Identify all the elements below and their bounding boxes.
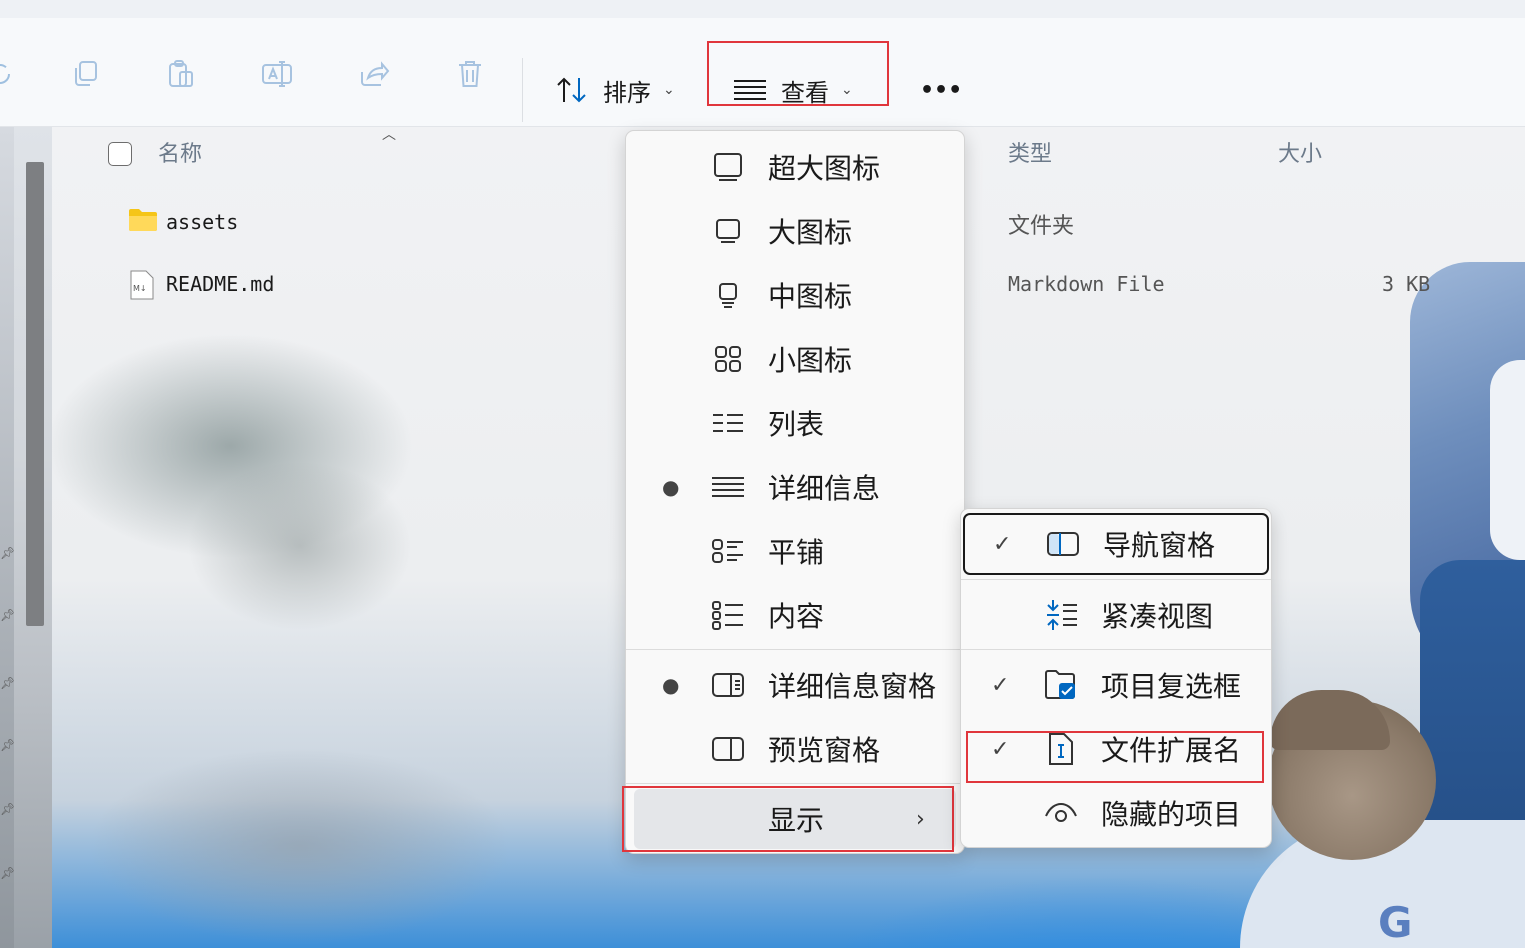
file-name: README.md <box>166 272 275 296</box>
pin-icon: 📌︎ <box>0 676 16 690</box>
scrollbar-thumb[interactable] <box>26 162 44 626</box>
extra-large-icons-icon <box>710 149 746 185</box>
menu-item-label: 紧凑视图 <box>1101 600 1214 633</box>
chevron-down-icon: ⌄ <box>663 82 675 98</box>
select-all-checkbox[interactable] <box>108 142 132 166</box>
sort-button[interactable]: 排序 ⌄ <box>555 58 675 122</box>
paste-icon[interactable] <box>163 56 199 92</box>
refresh-icon[interactable] <box>0 56 18 92</box>
view-menu: 超大图标 大图标 中图标 小图标 列表 ● 详细信息 平铺 内容 ● 详细信息窗… <box>625 130 965 854</box>
menu-item-label: 项目复选框 <box>1101 670 1242 703</box>
svg-text:M↓: M↓ <box>133 284 147 293</box>
pin-icon: 📌︎ <box>0 546 16 560</box>
column-header-name[interactable]: 名称 <box>158 136 202 168</box>
view-button-highlight <box>707 41 889 106</box>
menu-divider <box>626 783 964 784</box>
copy-icon[interactable] <box>68 56 104 92</box>
file-name: assets <box>166 210 239 234</box>
column-header-type[interactable]: 类型 <box>1008 136 1052 168</box>
menu-item-preview-pane[interactable]: 预览窗格 <box>626 717 964 781</box>
delete-icon[interactable] <box>452 56 488 92</box>
menu-item-label: 列表 <box>768 408 825 441</box>
sort-ascending-icon: ︿ <box>382 127 396 143</box>
menu-item-tiles[interactable]: 平铺 <box>626 519 964 583</box>
menu-item-label: 详细信息 <box>768 472 881 505</box>
menu-item-label: 内容 <box>768 600 825 633</box>
file-type: Markdown File <box>1008 272 1165 296</box>
medium-icons-icon <box>710 277 746 313</box>
sort-label: 排序 <box>603 78 651 107</box>
share-icon[interactable] <box>356 56 392 92</box>
compact-view-icon <box>1043 597 1079 633</box>
markdown-file-icon: M↓ <box>130 270 154 300</box>
menu-item-label: 大图标 <box>768 216 853 249</box>
tiles-icon <box>710 533 746 569</box>
menu-item-label: 平铺 <box>768 536 825 569</box>
preview-pane-icon <box>710 731 746 767</box>
menu-item-details[interactable]: ● 详细信息 <box>626 455 964 519</box>
list-icon <box>710 405 746 441</box>
check-icon: ✓ <box>993 531 1012 557</box>
pin-icon: 📌︎ <box>0 866 16 880</box>
pin-icon: 📌︎ <box>0 738 16 752</box>
menu-item-label: 详细信息窗格 <box>768 670 937 703</box>
eye-icon <box>1043 795 1079 831</box>
show-submenu: ✓ 导航窗格 紧凑视图 ✓ 项目复选框 ✓ 文件扩展名 隐藏的项目 <box>960 508 1272 848</box>
selected-bullet-icon: ● <box>662 475 680 499</box>
pin-icon: 📌︎ <box>0 802 16 816</box>
file-extensions-highlight <box>966 731 1264 783</box>
details-pane-icon <box>710 667 746 703</box>
file-size: 3 KB <box>1382 272 1431 296</box>
menu-divider <box>961 579 1271 580</box>
menu-item-medium-icons[interactable]: 中图标 <box>626 263 964 327</box>
menu-divider <box>961 649 1271 650</box>
sort-icon <box>557 77 586 103</box>
rename-icon[interactable] <box>259 56 295 92</box>
menu-divider <box>626 649 964 650</box>
small-icons-icon <box>710 341 746 377</box>
menu-item-extra-large-icons[interactable]: 超大图标 <box>626 135 964 199</box>
large-icons-icon <box>710 213 746 249</box>
title-bar <box>0 0 1525 19</box>
pin-icon: 📌︎ <box>0 608 16 622</box>
menu-item-hidden-items[interactable]: 隐藏的项目 <box>961 781 1271 845</box>
menu-item-label: 中图标 <box>768 280 853 313</box>
menu-item-label: 小图标 <box>768 344 853 377</box>
file-type: 文件夹 <box>1008 214 1075 239</box>
wallpaper-character-face <box>1490 360 1525 560</box>
menu-item-label: 导航窗格 <box>1103 529 1216 562</box>
menu-item-compact-view[interactable]: 紧凑视图 <box>961 583 1271 647</box>
navigation-pane-icon <box>1045 526 1081 562</box>
details-icon <box>710 469 746 505</box>
menu-item-label: 超大图标 <box>768 152 881 185</box>
wallpaper-logo-letter: G <box>1378 898 1413 947</box>
menu-item-item-checkboxes[interactable]: ✓ 项目复选框 <box>961 653 1271 717</box>
nav-scrollbar[interactable] <box>0 126 14 948</box>
item-checkboxes-icon <box>1043 667 1079 703</box>
menu-item-list[interactable]: 列表 <box>626 391 964 455</box>
show-item-highlight <box>622 786 954 852</box>
column-header-size[interactable]: 大小 <box>1278 136 1322 168</box>
menu-item-label: 预览窗格 <box>768 734 881 767</box>
folder-icon <box>129 209 157 231</box>
check-icon: ✓ <box>991 672 1010 698</box>
toolbar-separator <box>522 58 523 122</box>
menu-item-details-pane[interactable]: ● 详细信息窗格 <box>626 653 964 717</box>
more-options-button[interactable]: ••• <box>920 58 962 122</box>
content-icon <box>710 597 746 633</box>
menu-item-label: 隐藏的项目 <box>1101 798 1242 831</box>
selected-bullet-icon: ● <box>662 673 680 697</box>
menu-item-navigation-pane[interactable]: ✓ 导航窗格 <box>963 513 1269 575</box>
menu-item-large-icons[interactable]: 大图标 <box>626 199 964 263</box>
menu-item-content[interactable]: 内容 <box>626 583 964 647</box>
menu-item-small-icons[interactable]: 小图标 <box>626 327 964 391</box>
